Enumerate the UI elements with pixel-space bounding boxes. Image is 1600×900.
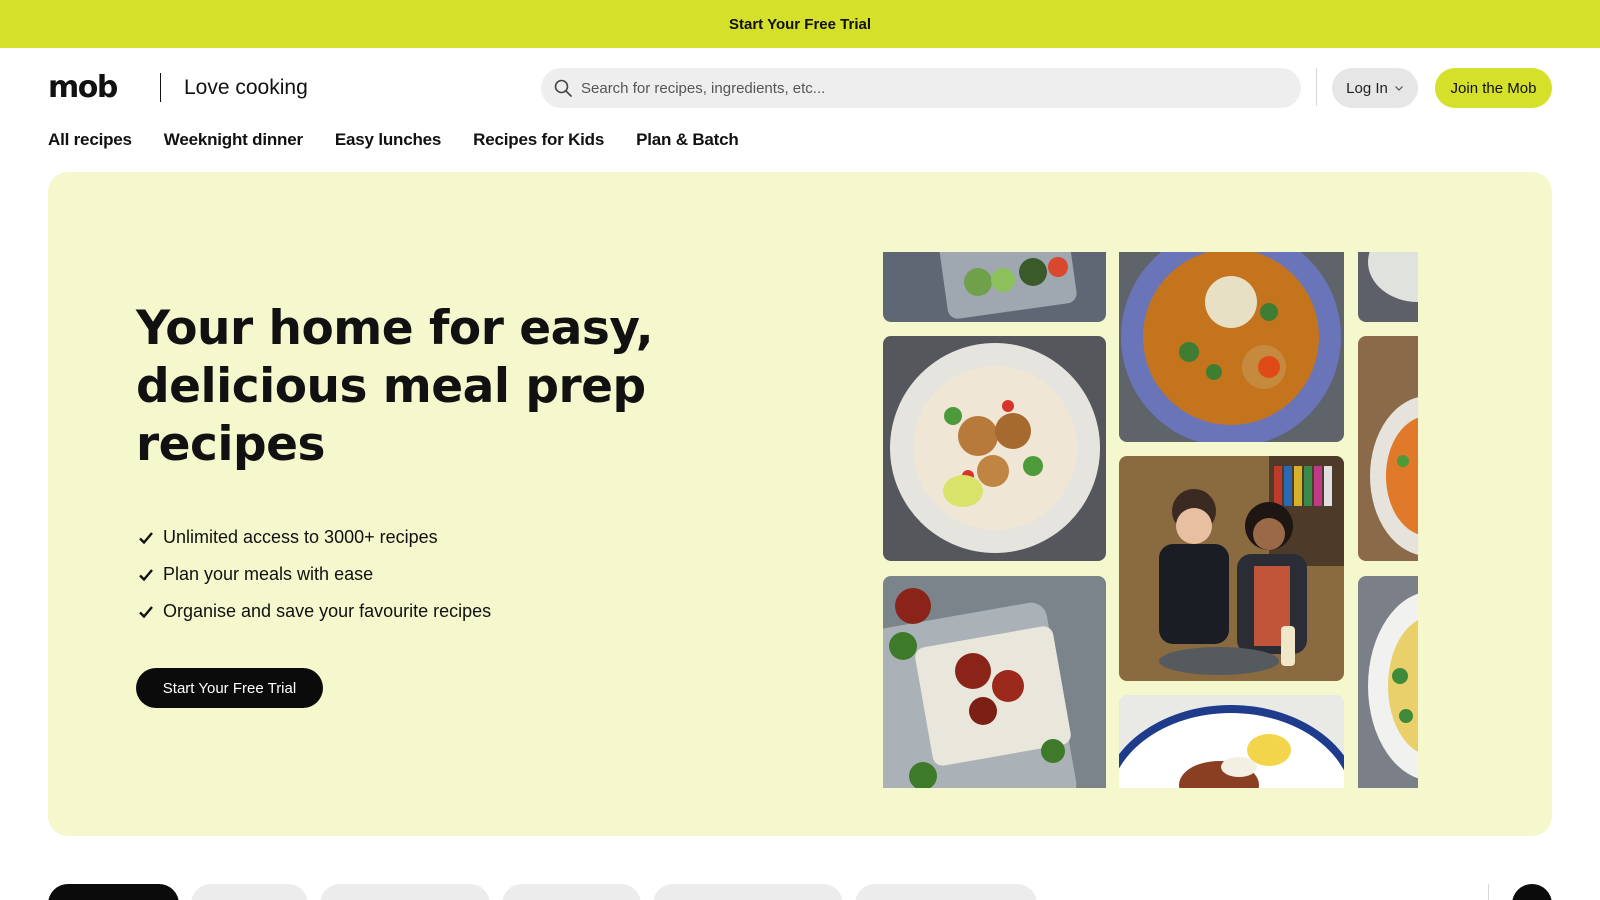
search-bar[interactable] <box>541 68 1301 108</box>
login-label: Log In <box>1346 79 1388 97</box>
filter-chip[interactable] <box>855 884 1037 900</box>
feature-text: Unlimited access to 3000+ recipes <box>163 527 438 547</box>
header-divider <box>1316 68 1317 106</box>
chevron-down-icon <box>1394 86 1403 91</box>
filter-chip[interactable] <box>653 884 843 900</box>
check-icon <box>139 605 153 618</box>
feature-item: Plan your meals with ease <box>138 556 491 593</box>
nav-item-all-recipes[interactable]: All recipes <box>48 130 132 150</box>
feature-item: Unlimited access to 3000+ recipes <box>138 519 491 556</box>
recipe-image <box>883 576 1106 788</box>
tagline: Love cooking <box>184 76 308 99</box>
search-input[interactable] <box>581 79 1281 97</box>
site-header: mob Love cooking Log In Join the Mob <box>48 66 1552 110</box>
recipe-image <box>883 252 1106 322</box>
check-icon <box>139 531 153 544</box>
nav-item-weeknight-dinner[interactable]: Weeknight dinner <box>164 130 303 150</box>
logo-divider <box>160 73 161 102</box>
nav-item-easy-lunches[interactable]: Easy lunches <box>335 130 441 150</box>
promo-bar: Start Your Free Trial <box>0 0 1600 48</box>
start-trial-button[interactable]: Start Your Free Trial <box>136 668 323 708</box>
recipe-image <box>1119 252 1344 442</box>
filter-chip[interactable] <box>502 884 641 900</box>
main-nav: All recipes Weeknight dinner Easy lunche… <box>48 130 739 150</box>
recipe-image <box>1119 695 1344 788</box>
feature-text: Organise and save your favourite recipes <box>163 601 492 621</box>
recipe-image <box>1358 576 1418 788</box>
filter-chip[interactable] <box>191 884 308 900</box>
feature-list: Unlimited access to 3000+ recipes Plan y… <box>138 519 491 630</box>
filter-menu-button[interactable] <box>1512 884 1552 900</box>
recipe-image <box>1119 456 1344 681</box>
nav-item-plan-batch[interactable]: Plan & Batch <box>636 130 739 150</box>
recipe-image-collage <box>883 252 1418 788</box>
recipe-image <box>1358 336 1418 561</box>
check-icon <box>139 568 153 581</box>
feature-text: Plan your meals with ease <box>163 564 374 584</box>
recipe-image <box>1358 252 1418 322</box>
filter-chip[interactable] <box>48 884 179 900</box>
filter-chips <box>48 884 1552 900</box>
search-icon <box>554 79 572 97</box>
join-button[interactable]: Join the Mob <box>1435 68 1552 108</box>
recipe-image <box>883 336 1106 561</box>
hero-title: Your home for easy, delicious meal prep … <box>136 301 654 472</box>
logo[interactable]: mob <box>48 73 118 103</box>
login-button[interactable]: Log In <box>1332 68 1418 108</box>
promo-trial-link[interactable]: Start Your Free Trial <box>729 16 871 33</box>
feature-item: Organise and save your favourite recipes <box>138 593 491 630</box>
filter-chip[interactable] <box>320 884 490 900</box>
nav-item-recipes-for-kids[interactable]: Recipes for Kids <box>473 130 604 150</box>
hero-section: Your home for easy, delicious meal prep … <box>48 172 1552 836</box>
chips-divider <box>1488 884 1489 900</box>
